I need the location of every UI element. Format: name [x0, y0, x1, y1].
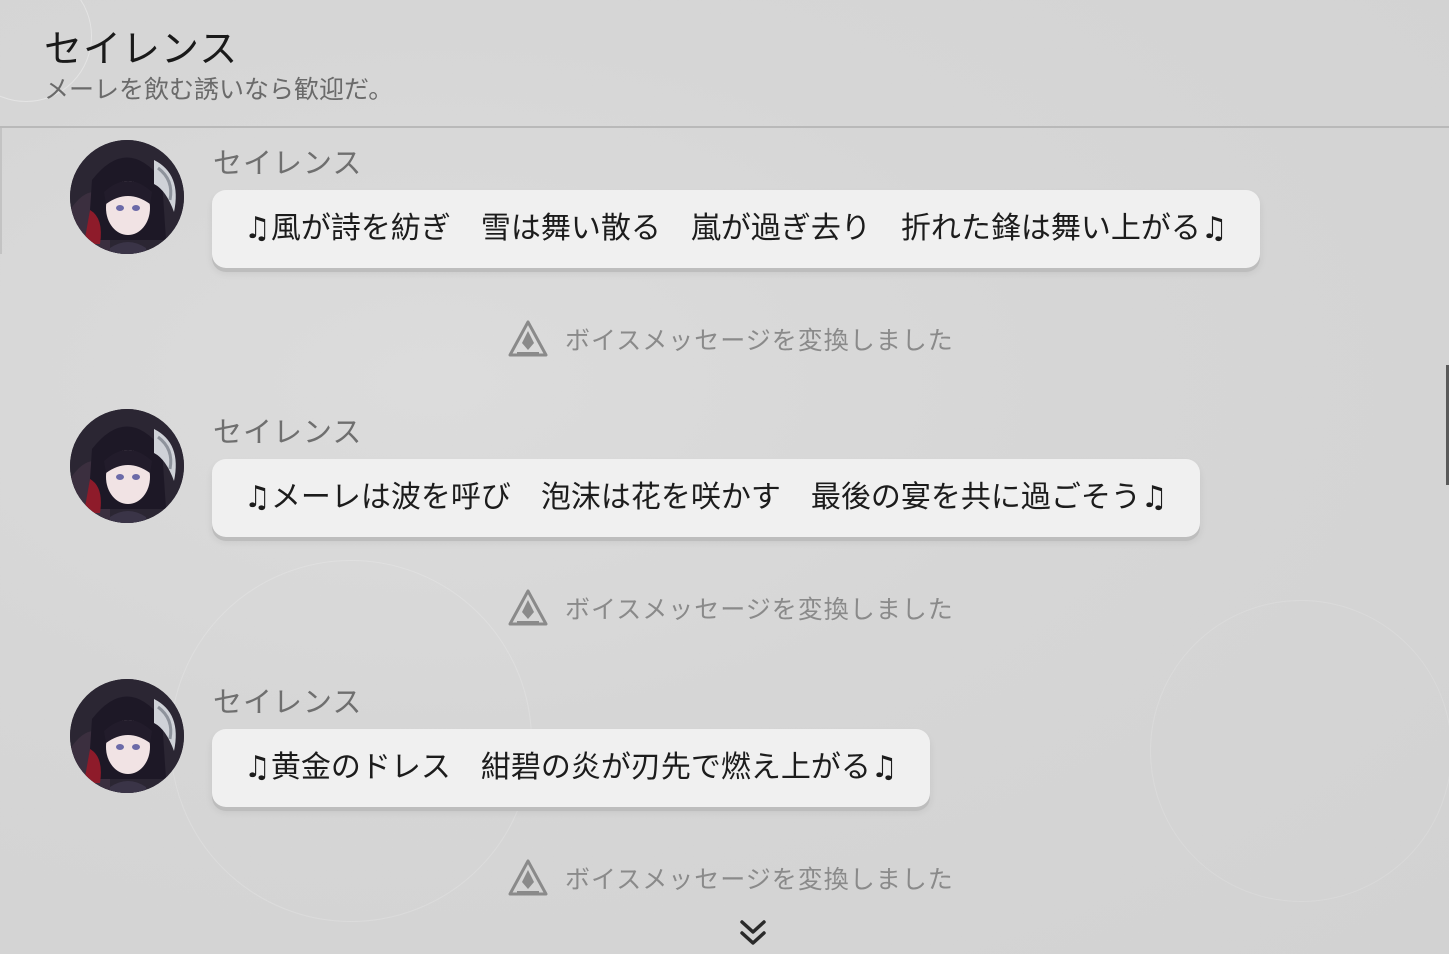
system-notice: ボイスメッセージを変換しました	[507, 858, 954, 898]
message-bubble[interactable]: ♫黄金のドレス 紺碧の炎が刃先で燃え上がる♫	[212, 729, 930, 807]
system-notice: ボイスメッセージを変換しました	[507, 319, 954, 359]
chat-header: セイレンス メーレを飲む誘いなら歓迎だ。	[0, 0, 1449, 128]
avatar[interactable]	[70, 140, 184, 254]
chat-message: セイレンス ♫黄金のドレス 紺碧の炎が刃先で燃え上がる♫	[70, 679, 1370, 859]
sender-name: セイレンス	[213, 415, 363, 449]
left-edge-divider	[0, 128, 2, 254]
voice-convert-icon	[508, 859, 548, 896]
message-bubble[interactable]: ♫風が詩を紡ぎ 雪は舞い散る 嵐が過ぎ去り 折れた鋒は舞い上がる♫	[212, 190, 1260, 268]
avatar[interactable]	[70, 409, 184, 523]
contact-name: セイレンス	[44, 27, 239, 71]
sender-name: セイレンス	[213, 685, 363, 719]
notice-text: ボイスメッセージを変換しました	[565, 865, 954, 894]
contact-signature: メーレを飲む誘いなら歓迎だ。	[44, 75, 394, 104]
voice-convert-icon	[508, 589, 548, 626]
chat-message: セイレンス ♫メーレは波を呼び 泡沫は花を咲かす 最後の宴を共に過ごそう♫	[70, 409, 1370, 589]
chat-message: セイレンス ♫風が詩を紡ぎ 雪は舞い散る 嵐が過ぎ去り 折れた鋒は舞い上がる♫	[70, 140, 1370, 320]
double-chevron-down-icon[interactable]	[737, 918, 769, 950]
notice-text: ボイスメッセージを変換しました	[565, 326, 954, 355]
system-notice: ボイスメッセージを変換しました	[507, 588, 954, 628]
message-bubble[interactable]: ♫メーレは波を呼び 泡沫は花を咲かす 最後の宴を共に過ごそう♫	[212, 459, 1200, 537]
sender-name: セイレンス	[213, 146, 363, 180]
avatar[interactable]	[70, 679, 184, 793]
voice-convert-icon	[508, 320, 548, 357]
notice-text: ボイスメッセージを変換しました	[565, 595, 954, 624]
